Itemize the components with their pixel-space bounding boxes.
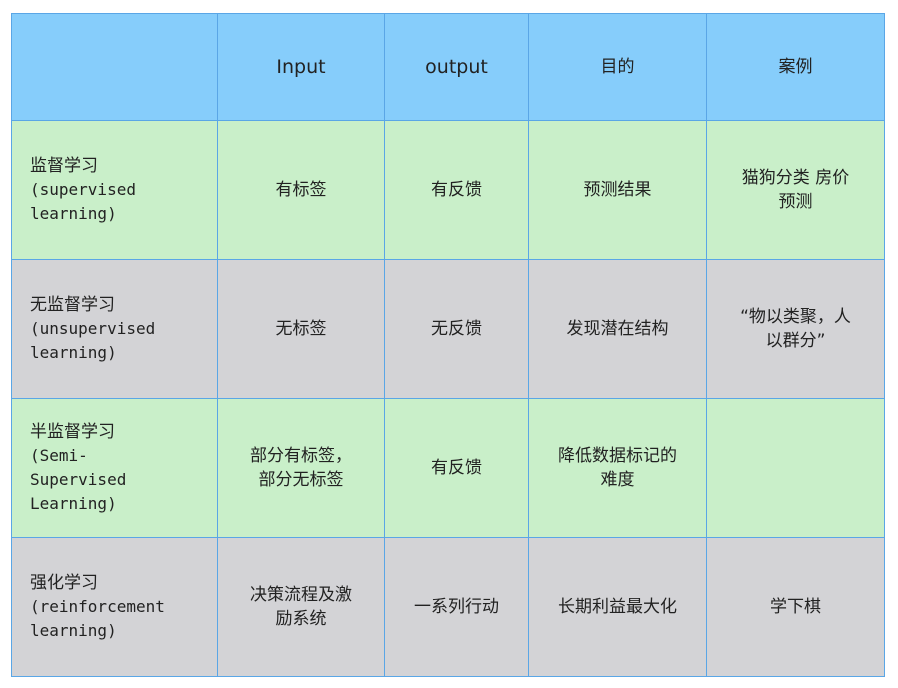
learning-type-cn: 强化学习 xyxy=(30,573,98,593)
example-cell xyxy=(706,398,885,538)
learning-type-cell: 强化学习 (reinforcement learning) xyxy=(11,537,218,677)
learning-type-en: (Semi- xyxy=(30,446,88,465)
output-cell: 一系列行动 xyxy=(384,537,529,677)
header-cell-output: output xyxy=(384,13,529,121)
learning-type-en: (unsupervised xyxy=(30,319,156,338)
output-cell: 有反馈 xyxy=(384,120,529,260)
table-row: 监督学习 (supervised learning) 有标签 有反馈 预测结果 … xyxy=(11,120,885,260)
example-line: “物以类聚，人 xyxy=(740,307,851,327)
learning-type-cell: 监督学习 (supervised learning) xyxy=(11,120,218,260)
input-cell: 有标签 xyxy=(217,120,385,260)
input-line: 励系统 xyxy=(275,609,327,629)
learning-type-en: Learning) xyxy=(30,494,117,513)
header-cell-purpose: 目的 xyxy=(528,13,707,121)
input-cell: 决策流程及激 励系统 xyxy=(217,537,385,677)
example-cell: 学下棋 xyxy=(706,537,885,677)
output-cell: 无反馈 xyxy=(384,259,529,399)
learning-type-en: learning) xyxy=(30,204,117,223)
learning-type-cn: 半监督学习 xyxy=(30,422,115,442)
input-line: 部分无标签 xyxy=(258,470,344,490)
purpose-cell: 预测结果 xyxy=(528,120,707,260)
learning-type-cell: 无监督学习 (unsupervised learning) xyxy=(11,259,218,399)
example-line: 猫狗分类 房价 xyxy=(741,168,850,188)
input-line: 部分有标签， xyxy=(250,446,352,466)
example-cell: 猫狗分类 房价 预测 xyxy=(706,120,885,260)
comparison-table: Input output 目的 案例 监督学习 (supervised lear… xyxy=(11,13,885,677)
input-cell: 部分有标签， 部分无标签 xyxy=(217,398,385,538)
learning-type-en: Supervised xyxy=(30,470,127,489)
purpose-line: 降低数据标记的 xyxy=(558,446,677,466)
purpose-line: 难度 xyxy=(600,470,635,490)
learning-type-cn: 监督学习 xyxy=(30,156,98,176)
header-row: Input output 目的 案例 xyxy=(11,13,885,121)
learning-type-en: learning) xyxy=(30,621,117,640)
learning-type-cell: 半监督学习 (Semi- Supervised Learning) xyxy=(11,398,218,538)
purpose-cell: 降低数据标记的 难度 xyxy=(528,398,707,538)
example-cell: “物以类聚，人 以群分” xyxy=(706,259,885,399)
input-line: 决策流程及激 xyxy=(250,585,352,605)
learning-type-cn: 无监督学习 xyxy=(30,295,115,315)
header-cell-example: 案例 xyxy=(706,13,885,121)
purpose-cell: 长期利益最大化 xyxy=(528,537,707,677)
example-line: 预测 xyxy=(778,192,813,212)
table-row: 无监督学习 (unsupervised learning) 无标签 无反馈 发现… xyxy=(11,259,885,399)
table-row: 强化学习 (reinforcement learning) 决策流程及激 励系统… xyxy=(11,537,885,677)
learning-type-en: learning) xyxy=(30,343,117,362)
header-cell-empty xyxy=(11,13,218,121)
learning-type-en: (supervised xyxy=(30,180,136,199)
output-cell: 有反馈 xyxy=(384,398,529,538)
learning-type-en: (reinforcement xyxy=(30,597,165,616)
purpose-cell: 发现潜在结构 xyxy=(528,259,707,399)
input-cell: 无标签 xyxy=(217,259,385,399)
example-line: 以群分” xyxy=(765,331,826,351)
header-cell-input: Input xyxy=(217,13,385,121)
table-row: 半监督学习 (Semi- Supervised Learning) 部分有标签，… xyxy=(11,398,885,538)
